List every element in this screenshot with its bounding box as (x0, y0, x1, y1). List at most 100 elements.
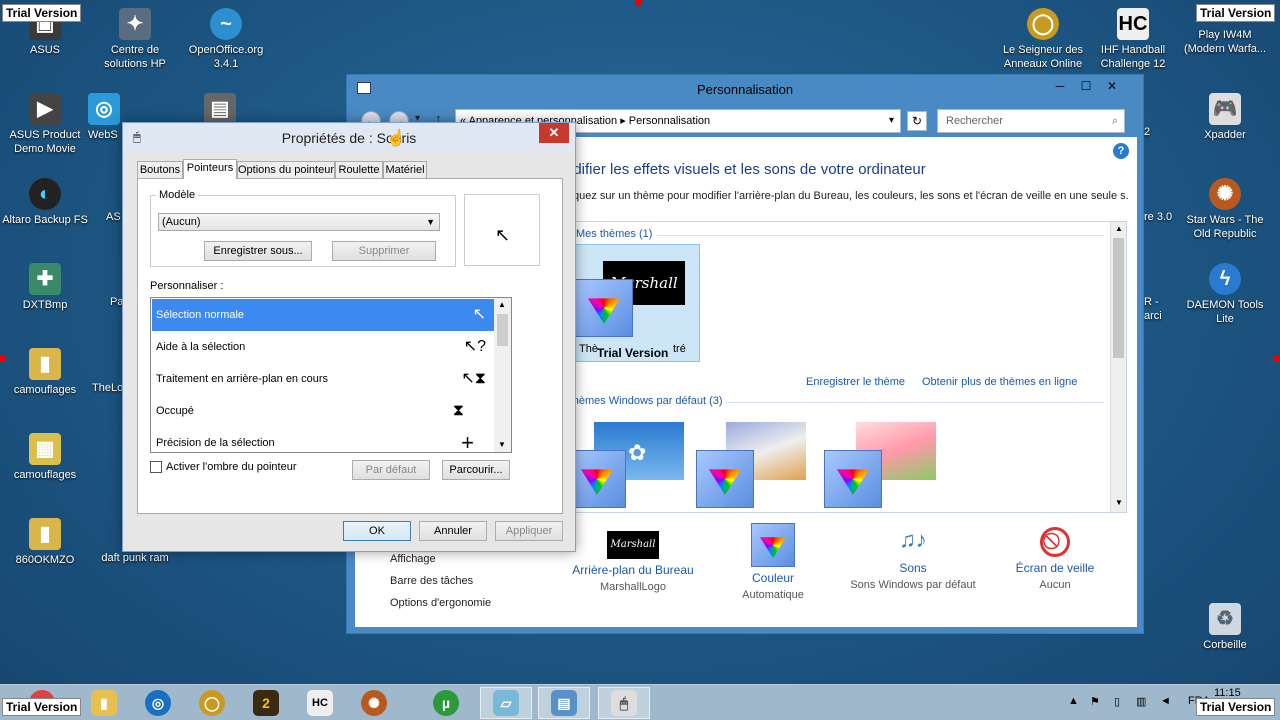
see-also-display-link[interactable]: Affichage (390, 553, 436, 565)
desktop-icon-xpadder[interactable]: 🎮 Xpadder (1180, 93, 1270, 142)
desktop-icon-hp[interactable]: ✦ Centre de solutions HP (90, 8, 180, 71)
setting-label: Sons (899, 561, 927, 575)
tab-hardware[interactable]: Matériel (383, 161, 427, 179)
see-also-taskbar-link[interactable]: Barre des tâches (390, 575, 473, 587)
desktop-icon-dxtbmp[interactable]: ✚ DXTBmp (0, 263, 90, 312)
desktop-icon-asus-demo[interactable]: ▶ ASUS Product Demo Movie (0, 93, 90, 156)
desktop-icon-label: Altaro Backup FS (2, 214, 88, 226)
desktop-icon-860okmzo[interactable]: ▮ 860OKMZO (0, 518, 90, 567)
sounds-setting[interactable]: ♫♪ Sons Sons Windows par défaut (833, 527, 993, 591)
tab-wheel[interactable]: Roulette (335, 161, 383, 179)
my-themes-header[interactable]: Mes thèmes (1) (576, 228, 652, 240)
desktop-icon-iw4m[interactable]: Play IW4M (Modern Warfa... (1180, 28, 1270, 56)
swtor-icon: ✺ (361, 690, 387, 716)
desktop-icon-label: Play IW4M (Modern Warfa... (1183, 29, 1267, 55)
desktop-icon-camouflages-folder[interactable]: ▮ camouflages (0, 348, 90, 397)
pointer-label: Sélection normale (156, 309, 245, 321)
pointer-row[interactable]: Occupé ⧗ (152, 395, 494, 427)
taskbar-explorer[interactable]: ▮ (78, 687, 130, 719)
taskbar-mouse[interactable]: 🖱 (598, 687, 650, 719)
tab-pointer-options[interactable]: Options du pointeur (237, 161, 335, 179)
desktop-icon-ihf[interactable]: HC IHF Handball Challenge 12 (1088, 8, 1178, 71)
pointer-row[interactable]: Sélection normale ↖ (152, 299, 494, 331)
refresh-icon[interactable]: ↻ (907, 111, 927, 131)
scheme-value: (Aucun) (162, 216, 201, 228)
taskbar-app[interactable]: ▱ (480, 687, 532, 719)
movie-icon: ▶ (29, 93, 61, 125)
apply-button[interactable]: Appliquer (495, 521, 563, 541)
close-button[interactable]: ✕ (539, 123, 569, 143)
desktop-icon-partial[interactable]: R - arci (1144, 295, 1174, 323)
desktop-icon-label: Centre de solutions HP (104, 44, 166, 70)
desktop-icon-swtor[interactable]: ✺ Star Wars - The Old Republic (1180, 178, 1270, 241)
save-theme-link[interactable]: Enregistrer le thème (806, 376, 905, 388)
themes-scrollbar[interactable]: ▲ ▼ (1110, 222, 1126, 512)
scroll-down-icon[interactable]: ▼ (498, 440, 506, 449)
close-button[interactable]: ✕ (1099, 79, 1125, 95)
search-icon: ⌕ (1111, 115, 1118, 127)
desktop-background-setting[interactable]: Marshall Arrière-plan du Bureau Marshall… (553, 531, 713, 593)
tab-buttons[interactable]: Boutons (137, 161, 183, 179)
cancel-button[interactable]: Annuler (419, 521, 487, 541)
desktop-icon-openoffice[interactable]: ~ OpenOffice.org 3.4.1 (181, 8, 271, 71)
dialog-titlebar[interactable]: 🖱 Propriétés de : Souris ✕ (123, 123, 575, 151)
scrollbar-thumb[interactable] (1113, 238, 1124, 358)
desktop-icon-partial[interactable]: 2 (1144, 125, 1164, 139)
default-button[interactable]: Par défaut (352, 460, 430, 480)
flag-icon[interactable]: ⚑ (1090, 695, 1100, 708)
ok-button[interactable]: OK (343, 521, 411, 541)
desktop-icon-label: camouflages (13, 384, 77, 396)
color-setting[interactable]: Couleur Automatique (693, 523, 853, 601)
minimize-button[interactable]: ─ (1047, 79, 1073, 95)
scheme-select[interactable]: (Aucun) ▼ (158, 213, 440, 231)
taskbar-utorrent[interactable]: µ (420, 687, 472, 719)
browse-button[interactable]: Parcourir... (442, 460, 510, 480)
printer-icon: ▤ (204, 93, 236, 125)
handball-icon: HC (307, 690, 333, 716)
taskbar-game-2[interactable]: 2 (240, 687, 292, 719)
desktop-icon-partial[interactable]: re 3.0 (1144, 210, 1180, 224)
taskbar-control-panel[interactable]: ▤ (538, 687, 590, 719)
see-also-accessibility-link[interactable]: Options d'ergonomie (390, 597, 491, 609)
show-hidden-icons[interactable]: ▲ (1068, 695, 1079, 707)
screensaver-setting[interactable]: ⃠ Écran de veille Aucun (975, 527, 1135, 591)
power-icon[interactable]: ▯ (1114, 695, 1120, 708)
maximize-button[interactable]: ☐ (1073, 79, 1099, 95)
pointer-row[interactable]: Aide à la sélection ↖? (152, 331, 494, 363)
pointer-list-scrollbar[interactable]: ▲ ▼ (494, 298, 511, 452)
pointer-row[interactable]: Précision de la sélection + (152, 427, 494, 452)
lotro-icon: ◯ (199, 690, 225, 716)
default-themes-header[interactable]: Thèmes Windows par défaut (3) (566, 395, 723, 407)
pointer-row[interactable]: Traitement en arrière-plan en cours ↖⧗ (152, 363, 494, 395)
window-titlebar[interactable]: Personnalisation ─ ☐ ✕ (347, 75, 1143, 103)
help-icon[interactable]: ? (1113, 143, 1129, 159)
save-as-button[interactable]: Enregistrer sous... (204, 241, 312, 261)
setting-label: Arrière-plan du Bureau (572, 563, 694, 577)
desktop-icon-label: Corbeille (1203, 639, 1247, 651)
desktop-icon-daemon[interactable]: ϟ DAEMON Tools Lite (1180, 263, 1270, 326)
delete-button[interactable]: Supprimer (332, 241, 436, 261)
desktop-icon-recycle-bin[interactable]: ♻ Corbeille (1180, 603, 1270, 652)
taskbar-swtor[interactable]: ✺ (348, 687, 400, 719)
desktop: Trial Version Trial Version Trial Versio… (0, 0, 1280, 720)
taskbar-browser[interactable]: ◎ (132, 687, 184, 719)
taskbar-lotro[interactable]: ◯ (186, 687, 238, 719)
desktop-icon-altaro[interactable]: ◐ Altaro Backup FS (0, 178, 90, 227)
taskbar-handball[interactable]: HC (294, 687, 346, 719)
network-icon[interactable]: ▥ (1136, 695, 1146, 708)
desktop-icon-lotro[interactable]: ◯ Le Seigneur des Anneaux Online (998, 8, 1088, 71)
search-input[interactable]: Rechercher ⌕ (937, 109, 1125, 133)
scrollbar-thumb[interactable] (497, 314, 508, 346)
chevron-down-icon[interactable]: ▾ (889, 110, 894, 132)
tab-pointers[interactable]: Pointeurs (183, 159, 237, 179)
more-themes-link[interactable]: Obtenir plus de thèmes en ligne (922, 376, 1077, 388)
volume-icon[interactable]: ◄ (1160, 695, 1171, 707)
desktop-icon-camouflages-archive[interactable]: ▦ camouflages (0, 433, 90, 482)
scroll-down-icon[interactable]: ▼ (1115, 498, 1123, 507)
scroll-up-icon[interactable]: ▲ (1115, 224, 1123, 233)
desktop-icon-daft-punk[interactable]: daft punk ram (90, 551, 180, 565)
scroll-up-icon[interactable]: ▲ (498, 300, 506, 309)
theme-marshall[interactable]: Marshall Thè tré Trial Version (572, 244, 700, 362)
trial-watermark: Trial Version (2, 698, 82, 716)
shadow-checkbox[interactable] (150, 461, 162, 473)
